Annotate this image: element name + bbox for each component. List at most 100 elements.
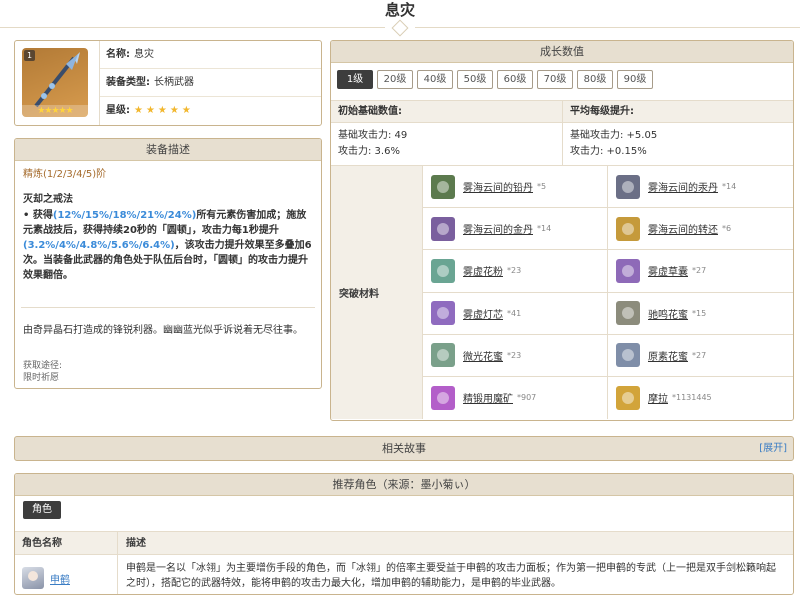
tab-character[interactable]: 角色 xyxy=(23,501,61,519)
material-name[interactable]: 精锻用魔矿 xyxy=(463,390,513,405)
level-tab[interactable]: 70级 xyxy=(537,70,573,89)
material-name[interactable]: 雾海云间的转还 xyxy=(648,221,718,236)
material-icon xyxy=(616,174,640,199)
material-icon xyxy=(431,216,455,241)
related-story-title: 相关故事 xyxy=(382,442,426,455)
avg-atk: 基础攻击力: +5.05 xyxy=(570,130,658,141)
material-icon xyxy=(431,385,455,410)
material-count: *23 xyxy=(507,266,522,276)
material-count: *27 xyxy=(692,266,707,276)
page-title: 息灾 xyxy=(384,1,415,19)
level-tabs: 1级 20级 40级 50级 60级 70级 80级 90级 xyxy=(331,63,793,101)
material-item[interactable]: 雾海云间的铅丹 *5 xyxy=(423,166,608,209)
material-icon xyxy=(431,174,455,199)
material-item[interactable]: 雾虚草囊 *27 xyxy=(608,250,793,293)
material-name[interactable]: 驰鸣花蜜 xyxy=(648,306,688,321)
material-icon xyxy=(431,343,455,368)
material-icon xyxy=(431,301,455,326)
material-item[interactable]: 雾虚灯芯 *41 xyxy=(423,292,608,335)
material-item[interactable]: 精锻用魔矿 *907 xyxy=(423,376,608,419)
material-icon xyxy=(616,301,640,326)
passive-name: 灭却之戒法 xyxy=(23,194,73,205)
info-row-name: 名称: 息灾 xyxy=(100,41,321,69)
level-tab[interactable]: 90级 xyxy=(617,70,653,89)
title-ornament-icon xyxy=(391,19,409,37)
avg-growth: 平均每级提升: 基础攻击力: +5.05 攻击力: +0.15% xyxy=(562,101,793,165)
description-header: 装备描述 xyxy=(15,139,321,161)
avatar xyxy=(22,567,44,589)
material-count: *14 xyxy=(537,224,552,234)
info-row-rarity: 星级: ★★★★★ xyxy=(106,105,194,116)
material-icon xyxy=(616,216,640,241)
title-divider-right xyxy=(415,27,800,28)
level-tab[interactable]: 20级 xyxy=(377,70,413,89)
materials-grid: 雾海云间的铅丹 *5 雾海云间的汞丹 *14 雾海云间的金丹 *14 雾海云间的转还 *6 雾虚… xyxy=(423,166,793,419)
description-panel: 装备描述 精炼(1/2/3/4/5)阶 灭却之戒法 • 获得(12%/15%/1… xyxy=(14,138,322,389)
material-count: *15 xyxy=(692,308,707,318)
weapon-stars: ★★★★★ xyxy=(22,105,88,117)
material-item[interactable]: 雾虚花粉 *23 xyxy=(423,250,608,293)
title-divider-left xyxy=(0,27,385,28)
material-name[interactable]: 雾海云间的铅丹 xyxy=(463,179,533,194)
growth-header: 成长数值 xyxy=(331,41,793,63)
material-item[interactable]: 原素花蜜 *27 xyxy=(608,335,793,377)
material-name[interactable]: 雾海云间的汞丹 xyxy=(648,179,718,194)
materials-section: 突破材料 雾海云间的铅丹 *5 雾海云间的汞丹 *14 雾海云间的金丹 *14 雾海云间的转… xyxy=(331,166,793,419)
flavor-text: 由奇异晶石打造成的锋锐利器。幽幽蓝光似乎诉说着无尽往事。 xyxy=(23,325,303,336)
source-info: 获取途径: 限时祈愿 xyxy=(23,361,63,383)
weapon-info-panel: 1 ★★★★★ 名称: 息灾 装备类型: 长柄武器 星级: ★★★★★ xyxy=(14,40,322,126)
growth-panel: 成长数值 1级 20级 40级 50级 60级 70级 80级 90级 初始基础数值: 基础攻… xyxy=(330,40,794,421)
material-item[interactable]: 驰鸣花蜜 *15 xyxy=(608,293,793,335)
expand-link[interactable]: [展开] xyxy=(759,437,787,460)
description-divider xyxy=(21,307,315,308)
material-count: *14 xyxy=(722,182,737,192)
recommend-table-head: 角色名称 描述 xyxy=(15,531,793,555)
material-count: *1131445 xyxy=(672,393,712,403)
material-name[interactable]: 雾虚灯芯 xyxy=(463,306,503,321)
material-count: *41 xyxy=(507,308,522,318)
material-item[interactable]: 微光花蜜 *23 xyxy=(423,334,608,377)
recommend-table: 角色名称 描述 申鹤 申鹤是一名以「冰翎」为主要增伤手段的角色，而「冰翎」的倍率… xyxy=(15,531,793,594)
character-description: 申鹤是一名以「冰翎」为主要增伤手段的角色，而「冰翎」的倍率主要受益于申鹤的攻击力… xyxy=(126,563,776,589)
rarity-stars-icon: ★★★★★ xyxy=(134,105,194,116)
refine-levels: 精炼(1/2/3/4/5)阶 xyxy=(23,169,107,180)
passive-text: • 获得(12%/15%/18%/21%/24%)所有元素伤害加成；施放元素战技… xyxy=(23,210,312,281)
weapon-refine-badge: 1 xyxy=(24,50,35,61)
material-item[interactable]: 雾海云间的转还 *6 xyxy=(608,208,793,251)
level-tab[interactable]: 80级 xyxy=(577,70,613,89)
materials-label: 突破材料 xyxy=(331,166,423,419)
material-name[interactable]: 摩拉 xyxy=(648,390,668,405)
stat-grid: 初始基础数值: 基础攻击力: 49 攻击力: 3.6% 平均每级提升: 基础攻击… xyxy=(331,101,793,166)
material-item[interactable]: 雾海云间的金丹 *14 xyxy=(423,208,608,251)
material-name[interactable]: 原素花蜜 xyxy=(648,348,688,363)
base-stats: 初始基础数值: 基础攻击力: 49 攻击力: 3.6% xyxy=(331,101,562,165)
material-name[interactable]: 雾虚草囊 xyxy=(648,263,688,278)
material-icon xyxy=(616,385,640,410)
material-name[interactable]: 微光花蜜 xyxy=(463,348,503,363)
info-row-type: 装备类型: 长柄武器 xyxy=(100,69,321,97)
material-icon xyxy=(616,343,640,368)
related-story-bar: 相关故事 [展开] xyxy=(14,436,794,461)
material-item[interactable]: 雾海云间的汞丹 *14 xyxy=(608,166,793,209)
material-icon xyxy=(431,258,455,283)
material-icon xyxy=(616,258,640,283)
character-link[interactable]: 申鹤 xyxy=(50,571,70,586)
material-count: *27 xyxy=(692,350,707,360)
material-count: *23 xyxy=(507,350,522,360)
table-row: 申鹤 申鹤是一名以「冰翎」为主要增伤手段的角色，而「冰翎」的倍率主要受益于申鹤的… xyxy=(15,555,793,594)
base-atk-percent: 攻击力: 3.6% xyxy=(338,146,400,157)
level-tab[interactable]: 60级 xyxy=(497,70,533,89)
material-count: *5 xyxy=(537,182,547,192)
level-tab[interactable]: 50级 xyxy=(457,70,493,89)
material-count: *907 xyxy=(517,393,537,403)
material-name[interactable]: 雾海云间的金丹 xyxy=(463,221,533,236)
level-tab[interactable]: 1级 xyxy=(337,70,373,89)
level-tab[interactable]: 40级 xyxy=(417,70,453,89)
material-count: *6 xyxy=(722,224,732,234)
recommend-header: 推荐角色（来源：墨小菊ぃ） xyxy=(15,474,793,496)
base-atk: 基础攻击力: 49 xyxy=(338,130,408,141)
avg-atk-percent: 攻击力: +0.15% xyxy=(570,146,647,157)
recommend-panel: 推荐角色（来源：墨小菊ぃ） 角色 角色名称 描述 申鹤 申鹤是一名以「冰翎」为主… xyxy=(14,473,794,595)
material-name[interactable]: 雾虚花粉 xyxy=(463,263,503,278)
material-item[interactable]: 摩拉 *1131445 xyxy=(608,377,793,419)
